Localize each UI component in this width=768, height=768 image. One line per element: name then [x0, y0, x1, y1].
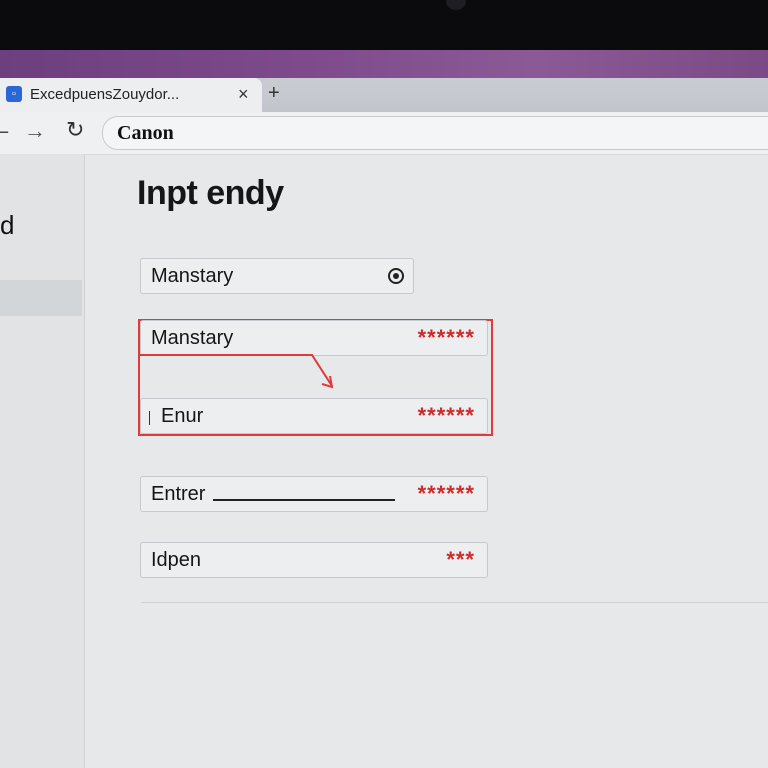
- input-field[interactable]: Idpen ***: [140, 542, 488, 578]
- text-cursor: [149, 411, 150, 425]
- eye-icon[interactable]: [387, 267, 405, 285]
- forward-arrow-icon[interactable]: →: [24, 118, 46, 144]
- sidebar-item[interactable]: d: [0, 210, 14, 241]
- required-marker: ***: [446, 547, 475, 572]
- page-title: Inpt endy: [137, 174, 284, 212]
- close-icon[interactable]: ×: [238, 84, 249, 105]
- tab-title: ExcedpuensZouydor...: [30, 86, 180, 103]
- back-arrow-icon[interactable]: ‒: [0, 118, 8, 144]
- address-text: Canon: [117, 122, 174, 144]
- camera-icon: [446, 0, 466, 10]
- sidebar: d: [0, 154, 85, 768]
- field-label: Manstary: [151, 327, 234, 349]
- main-content: Inpt endy Manstary Manstary ****** Enur …: [85, 154, 768, 768]
- field-label: Enur: [161, 405, 204, 427]
- tab-strip: ▫ ExcedpuensZouydor... × +: [0, 78, 768, 112]
- sidebar-item-selected[interactable]: [0, 280, 82, 316]
- input-field[interactable]: Manstary: [140, 258, 414, 294]
- reload-icon[interactable]: ↻: [66, 117, 84, 143]
- desktop-wallpaper: [0, 50, 768, 78]
- input-underline: [213, 499, 395, 501]
- required-marker: ******: [417, 325, 475, 350]
- input-field[interactable]: Manstary ******: [140, 320, 488, 356]
- divider: [141, 602, 768, 603]
- field-label: Entrer: [151, 483, 206, 505]
- blue-square-icon: ▫: [6, 86, 22, 102]
- required-marker: ******: [417, 481, 475, 506]
- field-label: Idpen: [151, 549, 202, 571]
- browser-tab[interactable]: ▫ ExcedpuensZouydor... ×: [0, 78, 262, 112]
- address-bar[interactable]: Canon: [102, 116, 768, 150]
- input-field[interactable]: Enur ******: [140, 398, 488, 434]
- field-label: Manstary: [151, 265, 234, 287]
- browser-toolbar: ‒ → ↻ Canon: [0, 112, 768, 155]
- input-field[interactable]: Entrer ******: [140, 476, 488, 512]
- screen-bezel: [0, 0, 768, 50]
- plus-icon[interactable]: +: [268, 82, 280, 105]
- required-marker: ******: [417, 403, 475, 428]
- arrow-icon: [140, 354, 334, 389]
